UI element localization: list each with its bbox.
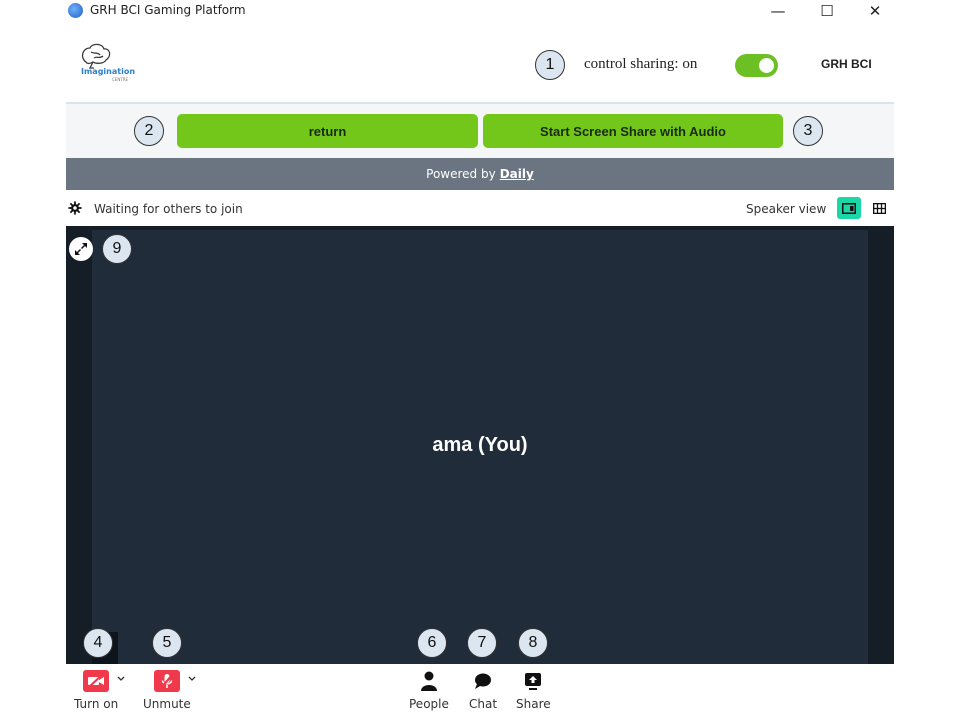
people-button[interactable]: People: [409, 670, 449, 711]
window-title: GRH BCI Gaming Platform: [90, 3, 246, 17]
expand-icon: [75, 243, 87, 255]
powered-by-text: Powered by: [426, 167, 496, 181]
logo-text: Imagination: [80, 67, 136, 76]
annotation-marker-2: 2: [134, 116, 164, 146]
camera-button[interactable]: Turn on: [74, 670, 118, 711]
chat-label: Chat: [469, 697, 498, 711]
return-button[interactable]: return: [177, 114, 478, 148]
user-name: GRH BCI: [821, 57, 872, 71]
speaker-view-label: Speaker view: [746, 202, 827, 216]
screen-share-icon: [525, 673, 542, 690]
share-label: Share: [516, 697, 551, 711]
fullscreen-button[interactable]: [69, 237, 93, 261]
gear-icon[interactable]: [68, 201, 82, 215]
control-sharing-toggle[interactable]: [735, 54, 778, 77]
minimize-button[interactable]: —: [755, 0, 801, 22]
annotation-marker-5: 5: [152, 628, 182, 658]
annotation-marker-4: 4: [83, 628, 113, 658]
annotation-marker-9: 9: [102, 234, 132, 264]
minimize-icon: —: [770, 2, 786, 20]
grid-view-button[interactable]: [867, 197, 891, 219]
people-label: People: [409, 697, 449, 711]
call-tray: Turn on Unmute People Chat Share: [66, 664, 894, 720]
annotation-marker-3: 3: [793, 116, 823, 146]
annotation-marker-7: 7: [467, 628, 497, 658]
action-bar: 2 return Start Screen Share with Audio 3: [66, 104, 894, 158]
people-icon: [420, 671, 437, 691]
microphone-button[interactable]: Unmute: [143, 670, 191, 711]
microphone-muted-icon: [153, 670, 180, 692]
camera-options-chevron-icon[interactable]: [117, 676, 125, 682]
daily-link[interactable]: Daily: [500, 167, 534, 181]
annotation-marker-8: 8: [518, 628, 548, 658]
maximize-button[interactable]: ☐: [804, 0, 850, 22]
imagination-centre-logo: Imagination CENTRE: [76, 40, 140, 90]
microphone-options-chevron-icon[interactable]: [188, 676, 196, 682]
toggle-knob: [759, 58, 774, 73]
waiting-status-text: Waiting for others to join: [94, 202, 243, 216]
participant-name: ama (You): [432, 434, 528, 456]
speaker-view-button[interactable]: [837, 197, 861, 219]
app-window: GRH BCI Gaming Platform — ☐ ✕ Imaginatio…: [66, 0, 894, 720]
brain-logo-icon: [81, 43, 111, 69]
start-screen-share-button[interactable]: Start Screen Share with Audio: [483, 114, 783, 148]
chat-button[interactable]: Chat: [469, 670, 497, 711]
maximize-icon: ☐: [820, 2, 834, 20]
chat-icon: [475, 673, 492, 689]
speaker-view-icon: [842, 202, 856, 214]
annotation-marker-6: 6: [417, 628, 447, 658]
control-sharing-label: control sharing: on: [584, 56, 698, 72]
title-bar: GRH BCI Gaming Platform — ☐ ✕: [66, 0, 894, 24]
annotation-marker-1: 1: [535, 50, 565, 80]
microphone-label: Unmute: [143, 697, 191, 711]
camera-off-icon: [83, 670, 110, 692]
grid-view-icon: [872, 202, 886, 214]
share-button[interactable]: Share: [516, 670, 551, 711]
close-button[interactable]: ✕: [852, 0, 894, 22]
status-bar: Waiting for others to join Speaker view: [66, 190, 894, 226]
video-area: ama (You) 9 4 5 6 7 8: [66, 226, 894, 664]
app-header: Imagination CENTRE 1 control sharing: on…: [66, 24, 894, 104]
app-icon: [68, 3, 83, 18]
close-icon: ✕: [868, 2, 882, 20]
logo-subtext: CENTRE: [112, 77, 129, 82]
camera-label: Turn on: [74, 697, 119, 711]
powered-by-bar: Powered by Daily: [66, 158, 894, 190]
